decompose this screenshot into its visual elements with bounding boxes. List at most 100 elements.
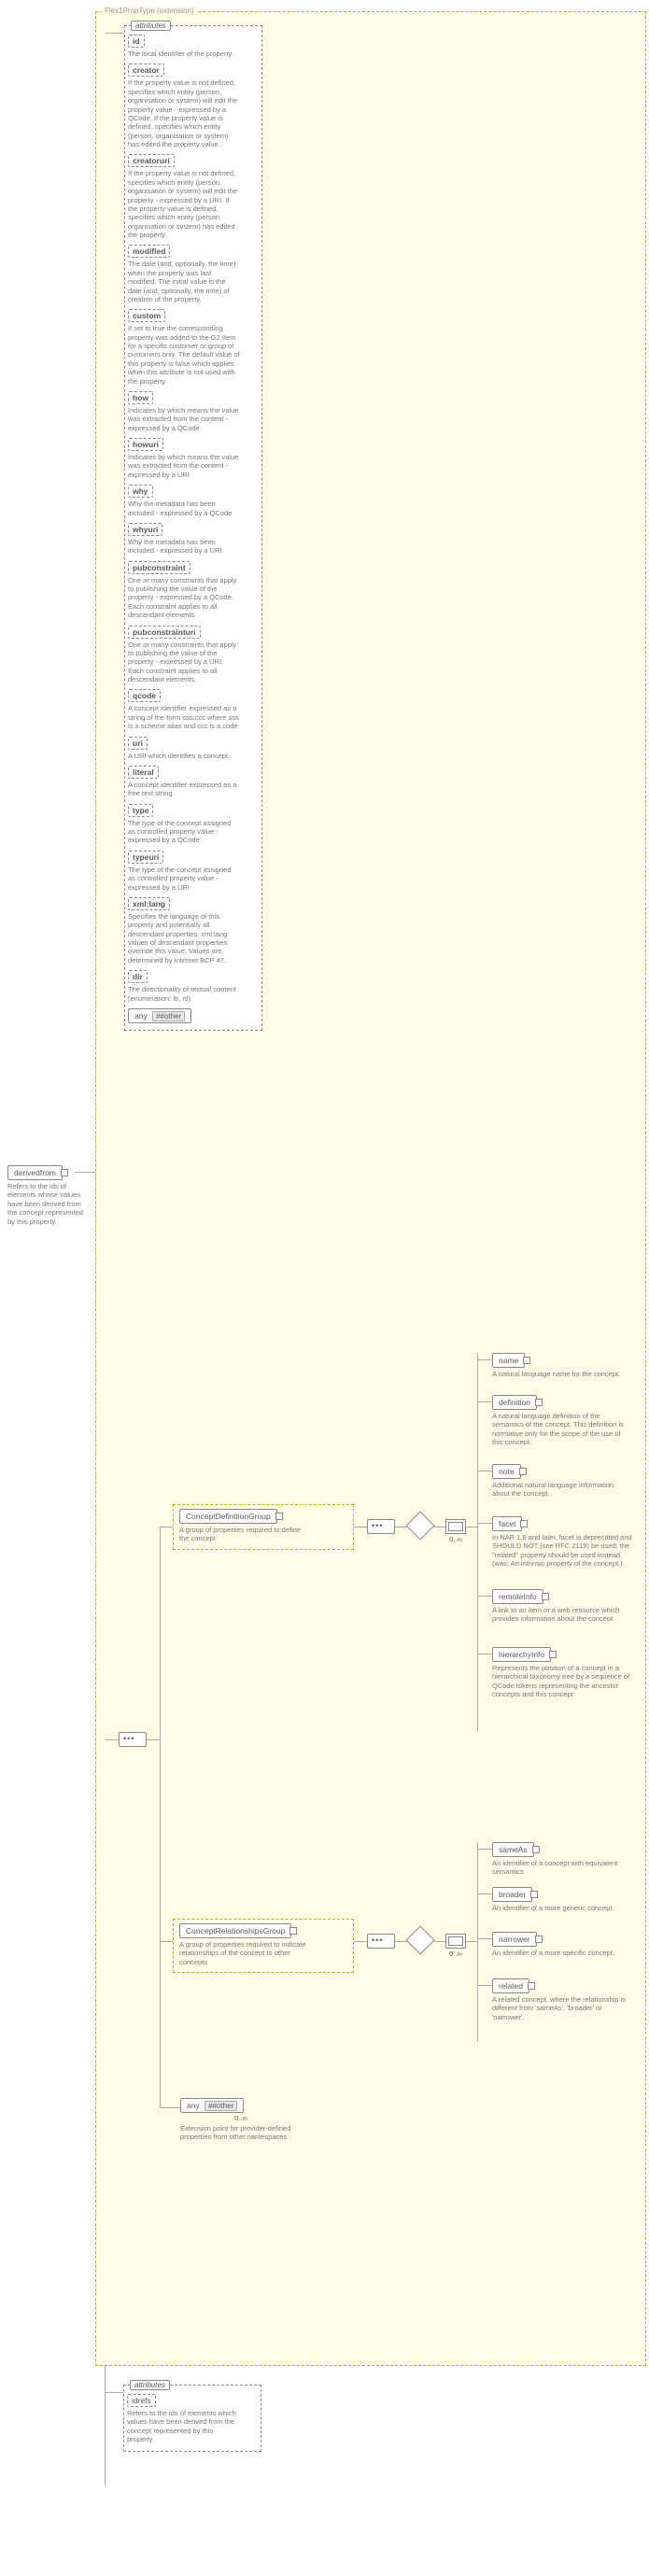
root-doc: Refers to the ids of elements whose valu… — [7, 1182, 88, 1226]
crg-element-doc: A related concept, where the relationshi… — [492, 1995, 632, 2021]
attribute-doc: If the property value is not defined, sp… — [128, 169, 240, 239]
attribute-name: why — [128, 485, 153, 498]
attribute-name: qcode — [128, 689, 161, 702]
attribute-doc: Why the metadata has been included - exp… — [128, 538, 240, 556]
cdg-element: hierarchyInfo — [492, 1647, 551, 1662]
crg-switch — [405, 1925, 434, 1954]
concept-rel-group: ConceptRelationshipsGroup — [179, 1923, 291, 1938]
attribute-item: creatoruri If the property value is not d… — [128, 154, 259, 239]
crg-item: sameAs An identifier of a concept with eq… — [492, 1842, 638, 1877]
cdg-occur-label: 0..∞ — [445, 1535, 466, 1543]
attribute-doc: Indicates by which means the value was e… — [128, 406, 240, 432]
cdg-element-doc: A natural language name for the concept. — [492, 1370, 632, 1378]
attribute-item: idThe local identifier of the property. — [128, 35, 259, 58]
cdg-element-doc: A link to an item or a web resource whic… — [492, 1606, 632, 1624]
attribute-name: modified — [128, 245, 170, 258]
attribute-doc: The local identifier of the property. — [128, 49, 240, 58]
attribute-item: howuri Indicates by which means the value… — [128, 438, 259, 479]
attribute-doc: If set to true the corresponding propert… — [128, 324, 240, 386]
attribute-doc: The date (and, optionally, the time) whe… — [128, 260, 240, 303]
attribute-item: xml:langSpecifies the language of this p… — [128, 897, 259, 964]
attribute-name: uri — [128, 737, 148, 750]
attribute-item: whyuri Why the metadata has been included… — [128, 523, 259, 556]
crg-item: broader An identifier of a more generic c… — [492, 1887, 638, 1912]
crg-element-doc: An identifier of a more generic concept. — [492, 1904, 632, 1912]
cdg-item: remoteInfoA link to an item or a web res… — [492, 1589, 638, 1624]
cdg-item: hierarchyInfo Represents the position of … — [492, 1647, 638, 1699]
crg-element: narrower — [492, 1932, 537, 1947]
cdg-item: definition A natural language definition … — [492, 1395, 638, 1447]
extension-any-ns: ##other — [205, 2101, 237, 2111]
attribute-item: qcode A concept identifier expressed as a… — [128, 689, 259, 730]
concept-def-group: ConceptDefinitionGroup — [179, 1509, 277, 1524]
attribute-name: id — [128, 35, 145, 48]
attribute-name: whyuri — [128, 523, 162, 536]
attribute-item: pubconstraintOne or many constraints tha… — [128, 561, 259, 620]
crg-element: related — [492, 1978, 529, 1993]
attribute-name: pubconstrainturi — [128, 626, 201, 639]
attribute-item: pubconstrainturiOne or many constraints … — [128, 626, 259, 684]
attribute-name: creator — [128, 63, 164, 77]
cdg-sequence — [367, 1519, 395, 1534]
concept-rel-group-doc: A group of properties required to indica… — [179, 1940, 319, 1966]
root-element-label: derivedfrom — [14, 1168, 56, 1177]
attribute-doc: One or many constraints that apply to pu… — [128, 640, 240, 684]
attribute-doc: A concept identifier expressed as a stri… — [128, 704, 240, 730]
cdg-switch — [405, 1511, 434, 1540]
attribute-item: how Indicates by which means the value wa… — [128, 391, 259, 432]
attribute-name: how — [128, 391, 153, 404]
crg-occur — [445, 1934, 466, 1949]
attribute-name: custom — [128, 309, 165, 322]
cdg-element-doc: A natural language definition of the sem… — [492, 1412, 632, 1447]
crg-occur-label: 0..∞ — [445, 1950, 466, 1958]
attribute-doc: The type of the concept assigned as cont… — [128, 819, 240, 845]
attribute-name: howuri — [128, 438, 163, 451]
diagram-container: derivedfrom Refers to the ids of element… — [4, 4, 649, 2572]
crg-element: broader — [492, 1887, 532, 1902]
cdg-item: facet In NAR 1.8 and later, facet is depr… — [492, 1516, 638, 1569]
attribute-item: type The type of the concept assigned as … — [128, 804, 259, 845]
attributes-frame-1: attributes idThe local identifier of the… — [124, 25, 262, 1031]
extension-any: any ##other — [180, 2098, 244, 2113]
attribute-doc: The directionality of textual content (e… — [128, 985, 240, 1003]
cdg-item: name A natural language name for the conc… — [492, 1353, 638, 1378]
attribute-item: custom If set to true the corresponding p… — [128, 309, 259, 386]
attribute-doc: Indicates by which means the value was e… — [128, 453, 240, 479]
attributes-title-2: attributes — [130, 2380, 170, 2390]
cdg-element-doc: In NAR 1.8 and later, facet is deprecate… — [492, 1533, 632, 1569]
cdg-element-doc: Additional natural language information … — [492, 1481, 632, 1499]
attribute-doc: If the property value is not defined, sp… — [128, 78, 240, 148]
concept-def-group-doc: A group of properties required to define… — [179, 1526, 310, 1543]
attribute-name: dir — [128, 970, 148, 983]
attribute-item: typeuriThe type of the concept assigned … — [128, 851, 259, 892]
extension-any-doc: Extension point for provider-defined pro… — [180, 2124, 302, 2142]
attribute-name: pubconstraint — [128, 561, 190, 574]
attribute-doc: Refers to the ids of elements which valu… — [127, 2409, 239, 2444]
crg-element-doc: An identifier of a concept with equivale… — [492, 1859, 632, 1877]
cdg-element: definition — [492, 1395, 537, 1410]
cdg-item: note Additional natural language informat… — [492, 1464, 638, 1499]
crg-sequence — [367, 1934, 395, 1949]
extension-label: Flex1PropType (extension) — [102, 7, 197, 15]
attribute-name: creatoruri — [128, 154, 175, 167]
attribute-doc: Why the metadata has been included - exp… — [128, 500, 240, 517]
extension-any-occur: 0..∞ — [180, 2114, 302, 2122]
attribute-name: literal — [128, 766, 159, 779]
attribute-name: idrefs — [127, 2394, 156, 2407]
cdg-element: facet — [492, 1516, 522, 1531]
attribute-item: why Why the metadata has been included - … — [128, 485, 259, 517]
attribute-name: type — [128, 804, 153, 817]
attribute-doc: The type of the concept assigned as cont… — [128, 866, 240, 892]
attr-any-ns-1: ##other — [152, 1011, 185, 1021]
crg-element: sameAs — [492, 1842, 534, 1857]
attribute-item: idrefs Refers to the ids of elements whic… — [127, 2394, 258, 2444]
cdg-element-doc: Represents the position of a concept in … — [492, 1664, 632, 1699]
attributes-title-1: attributes — [131, 21, 171, 31]
cdg-element: name — [492, 1353, 525, 1368]
cdg-element: note — [492, 1464, 521, 1479]
concept-rel-group-frame: ConceptRelationshipsGroup A group of pro… — [173, 1919, 354, 1973]
root-element: derivedfrom — [7, 1165, 63, 1180]
attribute-doc: Specifies the language of this property … — [128, 912, 240, 964]
attr-any-1: any ##other — [128, 1008, 191, 1023]
attribute-item: modified The date (and, optionally, the t… — [128, 245, 259, 303]
